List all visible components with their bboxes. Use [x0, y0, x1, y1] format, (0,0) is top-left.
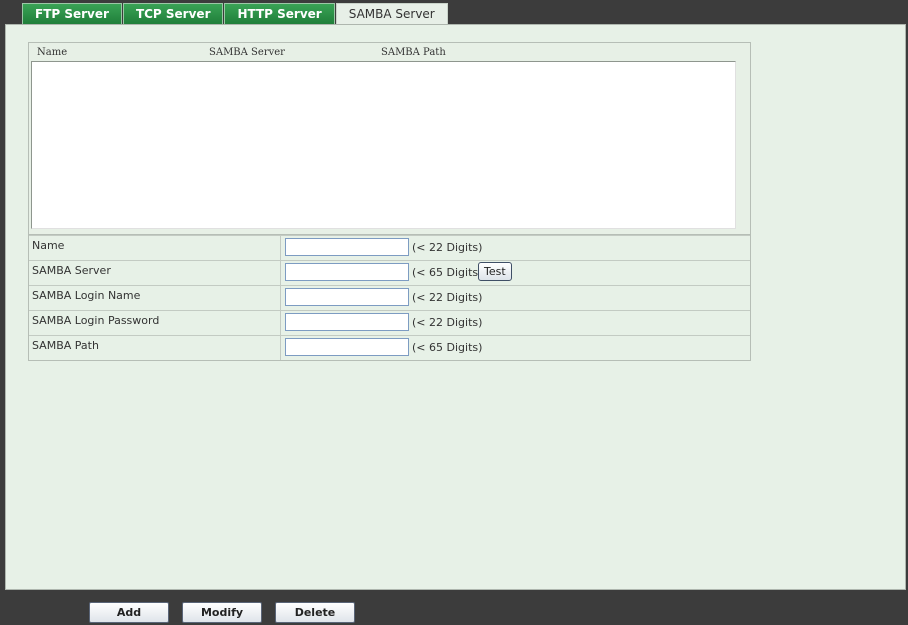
name-input[interactable] — [285, 238, 409, 256]
column-header-samba-server: SAMBA Server — [209, 47, 285, 58]
login-name-label: SAMBA Login Name — [29, 286, 281, 310]
delete-button[interactable]: Delete — [275, 602, 355, 623]
column-header-samba-path: SAMBA Path — [381, 47, 446, 58]
samba-path-hint: (< 65 Digits) — [412, 341, 483, 354]
form-row-name: Name (< 22 Digits) — [29, 235, 750, 260]
samba-server-hint: (< 65 Digits) — [412, 266, 483, 279]
samba-path-input[interactable] — [285, 338, 409, 356]
list-header: Name SAMBA Server SAMBA Path — [29, 47, 750, 61]
name-hint: (< 22 Digits) — [412, 241, 483, 254]
tab-bar: FTP Server TCP Server HTTP Server SAMBA … — [22, 3, 449, 25]
samba-path-label: SAMBA Path — [29, 336, 281, 360]
form-row-login-name: SAMBA Login Name (< 22 Digits) — [29, 285, 750, 310]
samba-form: Name (< 22 Digits) SAMBA Server (< 65 Di… — [28, 235, 751, 361]
form-row-samba-path: SAMBA Path (< 65 Digits) — [29, 335, 750, 360]
samba-list-box: Name SAMBA Server SAMBA Path — [28, 42, 751, 235]
form-row-login-password: SAMBA Login Password (< 22 Digits) — [29, 310, 750, 335]
add-button[interactable]: Add — [89, 602, 169, 623]
login-password-hint: (< 22 Digits) — [412, 316, 483, 329]
login-name-input[interactable] — [285, 288, 409, 306]
samba-server-input[interactable] — [285, 263, 409, 281]
samba-list[interactable] — [31, 61, 736, 229]
samba-server-label: SAMBA Server — [29, 261, 281, 285]
test-button[interactable]: Test — [478, 262, 512, 281]
tab-tcp-server[interactable]: TCP Server — [122, 3, 224, 25]
tab-ftp-server[interactable]: FTP Server — [22, 3, 122, 25]
login-password-label: SAMBA Login Password — [29, 311, 281, 335]
content-panel: Name SAMBA Server SAMBA Path Name (< 22 … — [5, 24, 906, 590]
tab-http-server[interactable]: HTTP Server — [224, 3, 335, 25]
tab-samba-server[interactable]: SAMBA Server — [335, 3, 448, 25]
form-row-samba-server: SAMBA Server (< 65 Digits) Test — [29, 260, 750, 285]
name-label: Name — [29, 236, 281, 260]
column-header-name: Name — [37, 47, 68, 58]
modify-button[interactable]: Modify — [182, 602, 262, 623]
login-password-input[interactable] — [285, 313, 409, 331]
login-name-hint: (< 22 Digits) — [412, 291, 483, 304]
